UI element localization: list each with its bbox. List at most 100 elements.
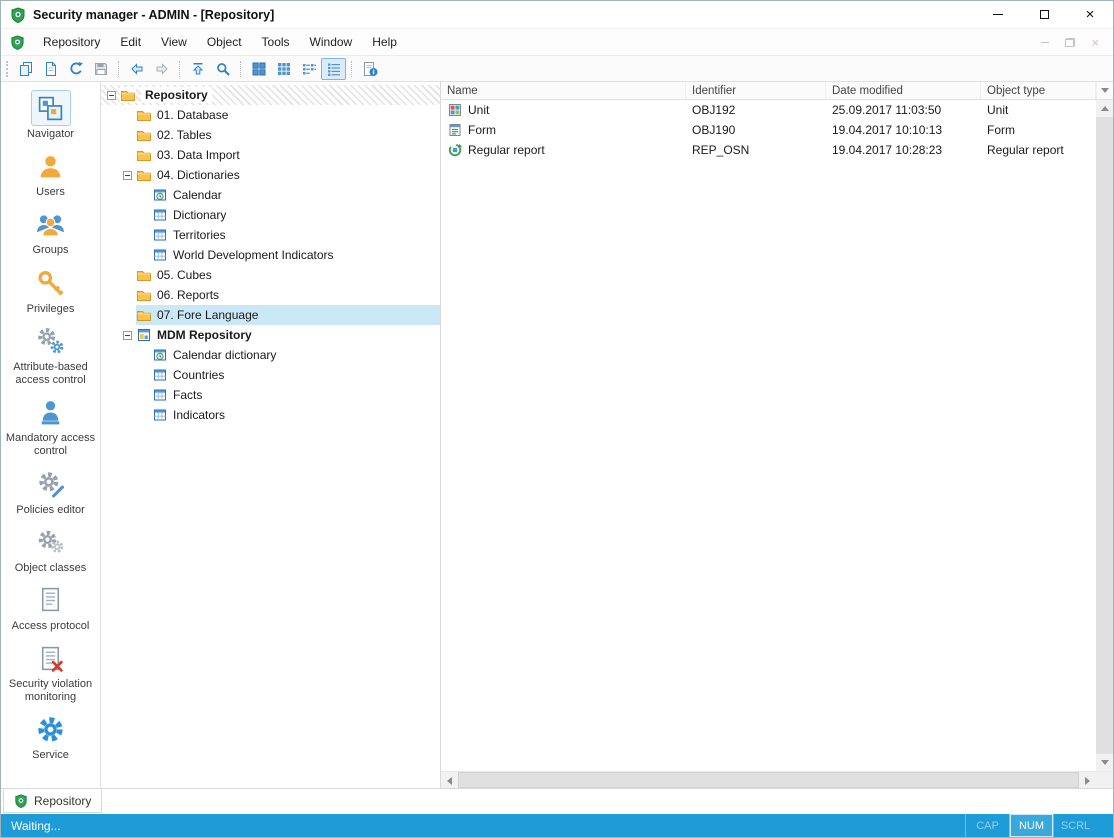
mdi-close-icon[interactable]: ×	[1091, 36, 1099, 49]
tree-item-territories[interactable]: Territories	[101, 225, 440, 245]
tree-item-label: Indicators	[173, 408, 225, 422]
column-header-identifier[interactable]: Identifier	[686, 82, 826, 99]
magnifier-icon	[215, 61, 231, 77]
sidebar-item-label: Navigator	[24, 128, 77, 141]
tree-item-world-development-indicators[interactable]: World Development Indicators	[101, 245, 440, 265]
tree-item-label: MDM Repository	[157, 328, 252, 342]
tree-item-mdm-repository[interactable]: MDM Repository	[101, 325, 440, 345]
tree-item-calendar-dictionary[interactable]: Calendar dictionary	[101, 345, 440, 365]
system-menu-shield-icon[interactable]	[10, 35, 25, 50]
tree-item-label: 06. Reports	[157, 288, 219, 302]
search-button[interactable]	[210, 58, 235, 80]
sidebar-item-navigator[interactable]: Navigator	[1, 90, 100, 141]
collapse-icon[interactable]	[107, 91, 116, 100]
menu-item-view[interactable]: View	[151, 29, 197, 55]
column-header-name[interactable]: Name	[441, 82, 686, 99]
go-to-top-button[interactable]	[185, 58, 210, 80]
scroll-left-button[interactable]	[441, 772, 458, 789]
tree-item-calendar[interactable]: Calendar	[101, 185, 440, 205]
maximize-button[interactable]	[1021, 1, 1067, 28]
sidebar-item-groups[interactable]: Groups	[1, 206, 100, 257]
horizontal-scrollbar-thumb[interactable]	[458, 772, 1079, 788]
caps-lock-indicator: CAP	[965, 814, 1009, 837]
tree-item-countries[interactable]: Countries	[101, 365, 440, 385]
object-row-regular-report[interactable]: Regular report REP_OSN 19.04.2017 10:28:…	[441, 140, 1096, 160]
folder-icon	[136, 147, 152, 163]
sidebar-item-service[interactable]: Service	[1, 711, 100, 762]
scroll-up-button[interactable]	[1096, 100, 1113, 117]
vertical-scrollbar[interactable]	[1096, 100, 1113, 771]
object-info-button[interactable]	[357, 58, 382, 80]
menu-item-tools[interactable]: Tools	[252, 29, 300, 55]
menu-item-window[interactable]: Window	[300, 29, 363, 55]
new-object-button[interactable]	[38, 58, 63, 80]
column-dropdown-button[interactable]	[1096, 82, 1113, 99]
tree-item-02-tables[interactable]: 02. Tables	[101, 125, 440, 145]
copy-object-button[interactable]	[13, 58, 38, 80]
gears-icon	[36, 527, 65, 556]
collapse-icon[interactable]	[123, 331, 132, 340]
collapse-icon[interactable]	[123, 171, 132, 180]
window-title: Security manager - ADMIN - [Repository]	[33, 8, 274, 22]
tree-item-04-dictionaries[interactable]: 04. Dictionaries	[101, 165, 440, 185]
column-header-date-modified[interactable]: Date modified	[826, 82, 981, 99]
sidebar-item-users[interactable]: Users	[1, 148, 100, 199]
sidebar-item-label: Service	[29, 749, 72, 762]
tree-item-indicators[interactable]: Indicators	[101, 405, 440, 425]
horizontal-scrollbar[interactable]	[441, 771, 1113, 788]
object-row-unit[interactable]: Unit OBJ192 25.09.2017 11:03:50 Unit	[441, 100, 1096, 120]
table-icon	[152, 227, 168, 243]
menu-item-edit[interactable]: Edit	[110, 29, 151, 55]
table-icon	[152, 387, 168, 403]
tree-item-repository[interactable]: Repository	[101, 85, 440, 105]
back-button[interactable]	[124, 58, 149, 80]
tree-item-01-database[interactable]: 01. Database	[101, 105, 440, 125]
tree-item-label: 01. Database	[157, 108, 228, 122]
object-date-modified: 25.09.2017 11:03:50	[826, 103, 981, 117]
mdi-restore-icon[interactable]	[1065, 38, 1075, 47]
mdi-minimize-icon[interactable]	[1041, 42, 1049, 43]
tree-item-06-reports[interactable]: 06. Reports	[101, 285, 440, 305]
horizontal-scrollbar-track[interactable]	[458, 772, 1079, 788]
object-type: Unit	[981, 103, 1096, 117]
sidebar-item-label: Policies editor	[13, 504, 87, 517]
vertical-scrollbar-thumb[interactable]	[1096, 117, 1113, 754]
details-view-button[interactable]	[321, 58, 346, 80]
tab-repository[interactable]: Repository	[3, 789, 102, 813]
menu-item-repository[interactable]: Repository	[33, 29, 110, 55]
sidebar-item-security-violation-monitoring[interactable]: Security violation monitoring	[1, 640, 100, 704]
tree-item-03-data-import[interactable]: 03. Data Import	[101, 145, 440, 165]
table-icon	[152, 407, 168, 423]
sidebar-item-policies-editor[interactable]: Policies editor	[1, 466, 100, 517]
scroll-right-button[interactable]	[1079, 772, 1096, 789]
column-header-object-type[interactable]: Object type	[981, 82, 1096, 99]
menu-item-object[interactable]: Object	[197, 29, 252, 55]
sidebar-item-attribute-based-access-control[interactable]: Attribute-based access control	[1, 323, 100, 387]
sidebar-item-object-classes[interactable]: Object classes	[1, 524, 100, 575]
tree-item-facts[interactable]: Facts	[101, 385, 440, 405]
tree-item-07-fore-language[interactable]: 07. Fore Language	[101, 305, 440, 325]
refresh-button[interactable]	[63, 58, 88, 80]
tree-item-label: Facts	[173, 388, 202, 402]
close-button[interactable]: ×	[1067, 1, 1113, 28]
close-icon: ×	[1086, 7, 1095, 22]
tree-item-dictionary[interactable]: Dictionary	[101, 205, 440, 225]
object-row-form[interactable]: Form OBJ190 19.04.2017 10:10:13 Form	[441, 120, 1096, 140]
list-header: Name Identifier Date modified Object typ…	[441, 82, 1113, 100]
forward-button[interactable]	[149, 58, 174, 80]
scroll-down-button[interactable]	[1096, 754, 1113, 771]
tab-label: Repository	[34, 794, 91, 808]
tree-item-05-cubes[interactable]: 05. Cubes	[101, 265, 440, 285]
minimize-icon	[993, 14, 1003, 15]
object-name: Regular report	[468, 143, 545, 157]
minimize-button[interactable]	[975, 1, 1021, 28]
save-button[interactable]	[88, 58, 113, 80]
list-view-button[interactable]	[296, 58, 321, 80]
small-icons-view-button[interactable]	[271, 58, 296, 80]
sidebar-item-access-protocol[interactable]: Access protocol	[1, 582, 100, 633]
objects-list-panel: Name Identifier Date modified Object typ…	[441, 82, 1113, 788]
sidebar-item-mandatory-access-control[interactable]: Mandatory access control	[1, 394, 100, 458]
sidebar-item-privileges[interactable]: Privileges	[1, 265, 100, 316]
large-icons-view-button[interactable]	[246, 58, 271, 80]
menu-item-help[interactable]: Help	[362, 29, 407, 55]
